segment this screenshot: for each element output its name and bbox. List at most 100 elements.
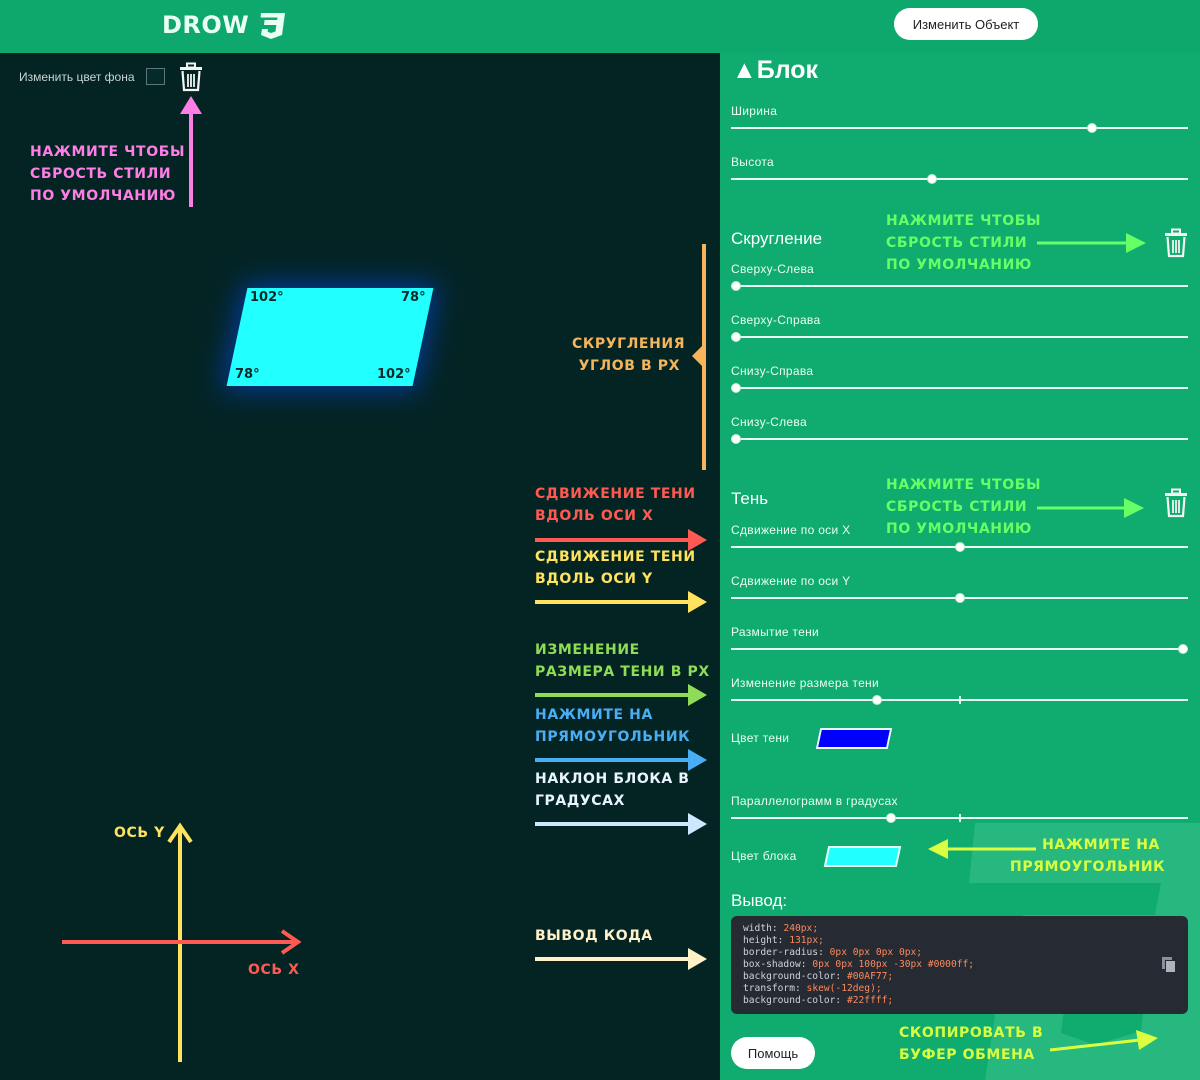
annotation-line: СБРОСТЬ СТИЛИ bbox=[886, 235, 1028, 251]
annotation-shadow-y: СДВИЖЕНИЕ ТЕНИ ВДОЛЬ ОСИ Y bbox=[535, 546, 696, 590]
code-prop: width: bbox=[743, 923, 778, 934]
annotation-click-rect-right: НАЖМИТЕ НА ПРЯМОУГОЛЬНИК bbox=[1010, 834, 1166, 878]
code-value: 0px 0px 100px -30px #0000ff; bbox=[812, 959, 975, 970]
annotation-line: СКРУГЛЕНИЯ bbox=[572, 336, 686, 352]
annotation-line: ПО УМОЛЧАНИЮ bbox=[886, 257, 1032, 273]
code-value: #00AF77; bbox=[846, 971, 894, 982]
code-value: 240px; bbox=[783, 923, 819, 934]
annotation-line: РАЗМЕРА ТЕНИ В PX bbox=[535, 664, 710, 680]
slider-thumb[interactable] bbox=[730, 434, 741, 444]
code-line: transform: skew(-12deg); bbox=[743, 983, 1176, 995]
code-line: box-shadow: 0px 0px 100px -30px #0000ff; bbox=[743, 959, 1176, 971]
width-slider[interactable] bbox=[731, 123, 1188, 133]
output-label: Вывод: bbox=[731, 891, 788, 910]
annotation-code-output: ВЫВОД КОДА bbox=[535, 925, 653, 947]
slider-thumb[interactable] bbox=[730, 332, 741, 342]
slider-thumb[interactable] bbox=[954, 593, 965, 603]
code-prop: box-shadow: bbox=[743, 959, 807, 970]
annotation-line: ПО УМОЛЧАНИЮ bbox=[886, 521, 1032, 537]
annotation-line: ПРЯМОУГОЛЬНИК bbox=[1010, 859, 1166, 875]
annotation-line: УГЛОВ В PX bbox=[578, 358, 680, 374]
code-line: border-radius: 0px 0px 0px 0px; bbox=[743, 947, 1176, 959]
angle-label-bottom-right: 102° bbox=[377, 367, 411, 382]
annotation-line: ПО УМОЛЧАНИЮ bbox=[30, 188, 176, 204]
annotation-line: БУФЕР ОБМЕНА bbox=[899, 1047, 1035, 1063]
code-value: 0px 0px 0px 0px; bbox=[829, 947, 923, 958]
annotation-click-rect: НАЖМИТЕ НА ПРЯМОУГОЛЬНИК bbox=[535, 704, 690, 748]
slider-thumb[interactable] bbox=[885, 813, 896, 823]
annotation-line: СБРОСТЬ СТИЛИ bbox=[886, 499, 1028, 515]
block-color-label: Цвет блока bbox=[731, 849, 797, 863]
annotation-shadow-size: ИЗМЕНЕНИЕ РАЗМЕРА ТЕНИ В PX bbox=[535, 639, 710, 683]
slider-thumb[interactable] bbox=[730, 281, 741, 291]
shadow-spread-slider[interactable] bbox=[731, 695, 1188, 705]
radius-top-left-slider[interactable] bbox=[730, 281, 1188, 291]
slider-thumb[interactable] bbox=[954, 542, 965, 552]
copy-icon[interactable] bbox=[1161, 956, 1177, 974]
annotation-line: СБРОСТЬ СТИЛИ bbox=[30, 166, 172, 182]
code-output[interactable]: width: 240px; height: 131px; border-radi… bbox=[731, 916, 1188, 1014]
code-prop: border-radius: bbox=[743, 947, 824, 958]
logo: DROW bbox=[162, 8, 287, 42]
radius-bottom-left-slider[interactable] bbox=[730, 434, 1188, 444]
annotation-copy: СКОПИРОВАТЬ В БУФЕР ОБМЕНА bbox=[899, 1022, 1043, 1066]
annotation-reset-shadow: НАЖМИТЕ ЧТОБЫ СБРОСТЬ СТИЛИ ПО УМОЛЧАНИЮ bbox=[886, 474, 1041, 540]
annotation-line: ВДОЛЬ ОСИ Y bbox=[535, 571, 653, 587]
annotation-line: ГРАДУСАХ bbox=[535, 793, 625, 809]
shadow-color-label: Цвет тени bbox=[731, 731, 790, 745]
shadow-y-label: Сдвижение по оси Y bbox=[731, 574, 851, 588]
shadow-blur-slider[interactable] bbox=[731, 644, 1189, 654]
slider-zero-tick bbox=[959, 696, 961, 704]
radius-top-left-label: Сверху-Слева bbox=[731, 262, 814, 276]
code-line: height: 131px; bbox=[743, 935, 1176, 947]
shadow-x-label: Сдвижение по оси X bbox=[731, 523, 851, 537]
slider-thumb[interactable] bbox=[730, 383, 741, 393]
block-preview[interactable]: 102° 78° 78° 102° bbox=[226, 288, 434, 386]
radius-top-right-label: Сверху-Справа bbox=[731, 313, 821, 327]
shadow-color-swatch[interactable] bbox=[815, 728, 893, 749]
help-button[interactable]: Помощь bbox=[731, 1037, 815, 1069]
logo-text: DROW bbox=[162, 11, 250, 39]
annotation-line: ИЗМЕНЕНИЕ bbox=[535, 642, 640, 658]
angle-label-top-right: 78° bbox=[401, 290, 426, 305]
annotation-line: НАЖМИТЕ ЧТОБЫ bbox=[886, 477, 1042, 493]
height-label: Высота bbox=[731, 155, 775, 169]
shadow-spread-label: Изменение размера тени bbox=[731, 676, 879, 690]
shadow-y-slider[interactable] bbox=[731, 593, 1188, 603]
bg-color-checkbox[interactable] bbox=[146, 68, 165, 85]
code-line: background-color: #00AF77; bbox=[743, 971, 1176, 983]
annotation-shadow-x: СДВИЖЕНИЕ ТЕНИ ВДОЛЬ ОСИ Х bbox=[535, 483, 696, 527]
slider-zero-tick bbox=[959, 814, 961, 822]
shadow-x-slider[interactable] bbox=[731, 542, 1188, 552]
annotation-line: НАЖМИТЕ ЧТОБЫ bbox=[30, 144, 186, 160]
code-prop: background-color: bbox=[743, 995, 842, 1006]
annotation-line: НАКЛОН БЛОКА В bbox=[535, 771, 690, 787]
bg-color-label: Изменить цвет фона bbox=[19, 70, 135, 84]
code-prop: background-color: bbox=[743, 971, 842, 982]
block-color-swatch[interactable] bbox=[823, 846, 902, 867]
skew-slider[interactable] bbox=[731, 813, 1188, 823]
height-slider[interactable] bbox=[731, 174, 1188, 184]
radius-bottom-left-label: Снизу-Слева bbox=[731, 415, 807, 429]
radius-bottom-right-slider[interactable] bbox=[730, 383, 1188, 393]
axis-x-label: ОСЬ Х bbox=[248, 962, 300, 978]
reset-shadow-trash-icon[interactable] bbox=[1163, 488, 1189, 518]
code-value: #22ffff; bbox=[846, 995, 894, 1006]
reset-radius-trash-icon[interactable] bbox=[1163, 228, 1189, 258]
annotation-skew: НАКЛОН БЛОКА В ГРАДУСАХ bbox=[535, 768, 690, 812]
axis-y-label: ОСЬ Y bbox=[114, 825, 165, 841]
top-bar: DROW Изменить Объект bbox=[0, 0, 1200, 53]
code-line: width: 240px; bbox=[743, 923, 1176, 935]
reset-canvas-trash-icon[interactable] bbox=[178, 62, 204, 92]
slider-thumb[interactable] bbox=[1087, 123, 1098, 133]
shadow-blur-label: Размытие тени bbox=[731, 625, 819, 639]
code-line: background-color: #22ffff; bbox=[743, 995, 1176, 1007]
radius-top-right-slider[interactable] bbox=[730, 332, 1188, 342]
annotation-line: СДВИЖЕНИЕ ТЕНИ bbox=[535, 486, 696, 502]
angle-label-top-left: 102° bbox=[250, 290, 284, 305]
annotation-reset-radius: НАЖМИТЕ ЧТОБЫ СБРОСТЬ СТИЛИ ПО УМОЛЧАНИЮ bbox=[886, 210, 1041, 276]
annotation-line: НАЖМИТЕ НА bbox=[1042, 837, 1160, 853]
code-prop: transform: bbox=[743, 983, 801, 994]
code-value: skew(-12deg); bbox=[806, 983, 882, 994]
change-object-button[interactable]: Изменить Объект bbox=[894, 8, 1038, 40]
